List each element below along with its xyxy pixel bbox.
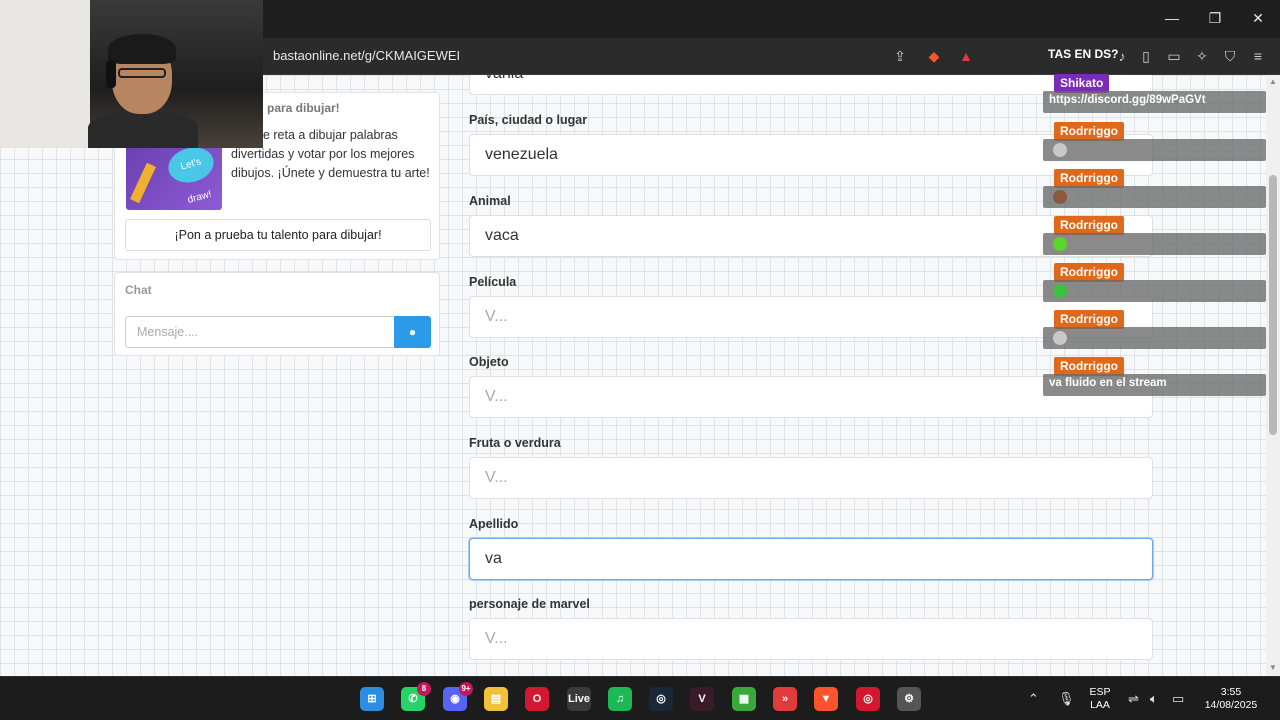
- send-button[interactable]: ●: [394, 316, 431, 348]
- taskbar: ⊞ ✆ 8 ◉ 9+ ▤ O Live ♫ ◎ V ▦ » ▼ ◎ ⚙ ⌃ 🎙︎ ESP LAA ⇌ 🔈︎ ▭…: [0, 676, 1280, 720]
- field-input-surname[interactable]: [469, 538, 1153, 580]
- language-code: ESP: [1089, 686, 1111, 698]
- webcam-headset: [106, 60, 116, 88]
- clock[interactable]: 3:55 14/08/2025: [1196, 686, 1266, 712]
- overlay-message: https://discord.gg/89wPaGVt: [1043, 91, 1266, 113]
- volume-icon[interactable]: 🔈︎: [1150, 691, 1158, 707]
- settings-app-icon[interactable]: ⚙: [897, 687, 921, 711]
- ad-cta-button[interactable]: ¡Pon a prueba tu talento para dibujar!: [125, 219, 431, 251]
- windows-start-icon[interactable]: ⊞: [360, 687, 384, 711]
- spotify-icon[interactable]: ♫: [608, 687, 632, 711]
- webcam-background: [0, 0, 90, 148]
- language-indicator[interactable]: ESP LAA: [1086, 686, 1114, 712]
- webcam-person-body: [88, 112, 198, 148]
- brave-shield-icon[interactable]: ◆: [925, 47, 943, 65]
- ableton-live-icon[interactable]: Live: [567, 687, 591, 711]
- clock-date: 14/08/2025: [1204, 699, 1258, 711]
- scroll-down-icon[interactable]: ▼: [1269, 663, 1277, 672]
- field-label-fruit: Fruta o verdura: [469, 436, 561, 450]
- field-input-marvel[interactable]: [469, 618, 1153, 660]
- overlay-message: [1043, 186, 1266, 208]
- keyboard-layout: LAA: [1090, 699, 1110, 711]
- overlay-message-text: va fluido en el stream: [1049, 377, 1167, 389]
- brave-icon[interactable]: ▼: [814, 687, 838, 711]
- emote-icon: [1053, 284, 1067, 298]
- network-icon[interactable]: ⇌: [1128, 691, 1139, 707]
- overlay-message: [1043, 139, 1266, 161]
- emote-icon: [1053, 237, 1067, 251]
- field-label-marvel: personaje de marvel: [469, 597, 590, 611]
- webcam-person-hair: [108, 34, 176, 64]
- ad-image[interactable]: Let's draw!: [126, 142, 222, 210]
- field-label-surname: Apellido: [469, 517, 519, 531]
- url-text[interactable]: bastaonline.net/g/CKMAIGEWEI: [273, 48, 460, 63]
- overlay-message: [1043, 280, 1266, 302]
- share-icon[interactable]: ⇪: [891, 47, 909, 65]
- emote-icon: [1053, 331, 1067, 345]
- obs-recording-icon[interactable]: ◎: [856, 687, 880, 711]
- overlay-message-text: https://discord.gg/89wPaGVt: [1049, 94, 1206, 106]
- pencil-icon: [130, 162, 156, 204]
- brave-rewards-icon[interactable]: ▲: [957, 47, 975, 65]
- overlay-message: [1043, 233, 1266, 255]
- webcam-overlay: [0, 0, 263, 148]
- overlay-message: va fluido en el stream: [1043, 374, 1266, 396]
- field-label-movie: Película: [469, 275, 517, 289]
- discord-icon[interactable]: ◉ 9+: [443, 682, 473, 711]
- stream-chat-overlay: Shikato https://discord.gg/89wPaGVt Rodr…: [1043, 0, 1266, 400]
- field-label-object: Objeto: [469, 355, 509, 369]
- webcam-glasses: [118, 68, 166, 78]
- emote-icon: [1053, 190, 1067, 204]
- speech-bubble-icon: ●: [408, 325, 417, 339]
- ad-title: para dibujar!: [267, 101, 340, 115]
- ad-bubble: Let's draw!: [164, 142, 218, 206]
- notification-badge: 9+: [459, 682, 473, 696]
- field-label-place: País, ciudad o lugar: [469, 113, 588, 127]
- field-input-fruit[interactable]: [469, 457, 1153, 499]
- opera-icon[interactable]: O: [525, 687, 549, 711]
- chat-panel: Chat ●: [114, 272, 440, 356]
- anydesk-icon[interactable]: »: [773, 687, 797, 711]
- scroll-up-icon[interactable]: ▲: [1269, 77, 1277, 86]
- page-scrollbar[interactable]: ▲ ▼: [1266, 75, 1280, 676]
- minecraft-icon[interactable]: ▦: [732, 687, 756, 711]
- clock-time: 3:55: [1220, 686, 1242, 698]
- battery-icon[interactable]: ▭: [1172, 691, 1184, 707]
- file-explorer-icon[interactable]: ▤: [484, 687, 508, 711]
- chat-message-input[interactable]: [125, 316, 395, 348]
- overlay-message: [1043, 327, 1266, 349]
- scroll-thumb[interactable]: [1269, 175, 1277, 435]
- microphone-icon[interactable]: 🎙︎: [1058, 691, 1075, 707]
- chat-title: Chat: [125, 283, 152, 297]
- steam-icon[interactable]: ◎: [649, 687, 673, 711]
- notification-badge: 8: [417, 682, 431, 696]
- emote-icon: [1053, 143, 1067, 157]
- chevron-up-icon[interactable]: ⌃: [1028, 691, 1039, 707]
- whatsapp-icon[interactable]: ✆ 8: [401, 682, 431, 711]
- vegas-icon[interactable]: V: [690, 687, 714, 711]
- field-label-animal: Animal: [469, 194, 511, 208]
